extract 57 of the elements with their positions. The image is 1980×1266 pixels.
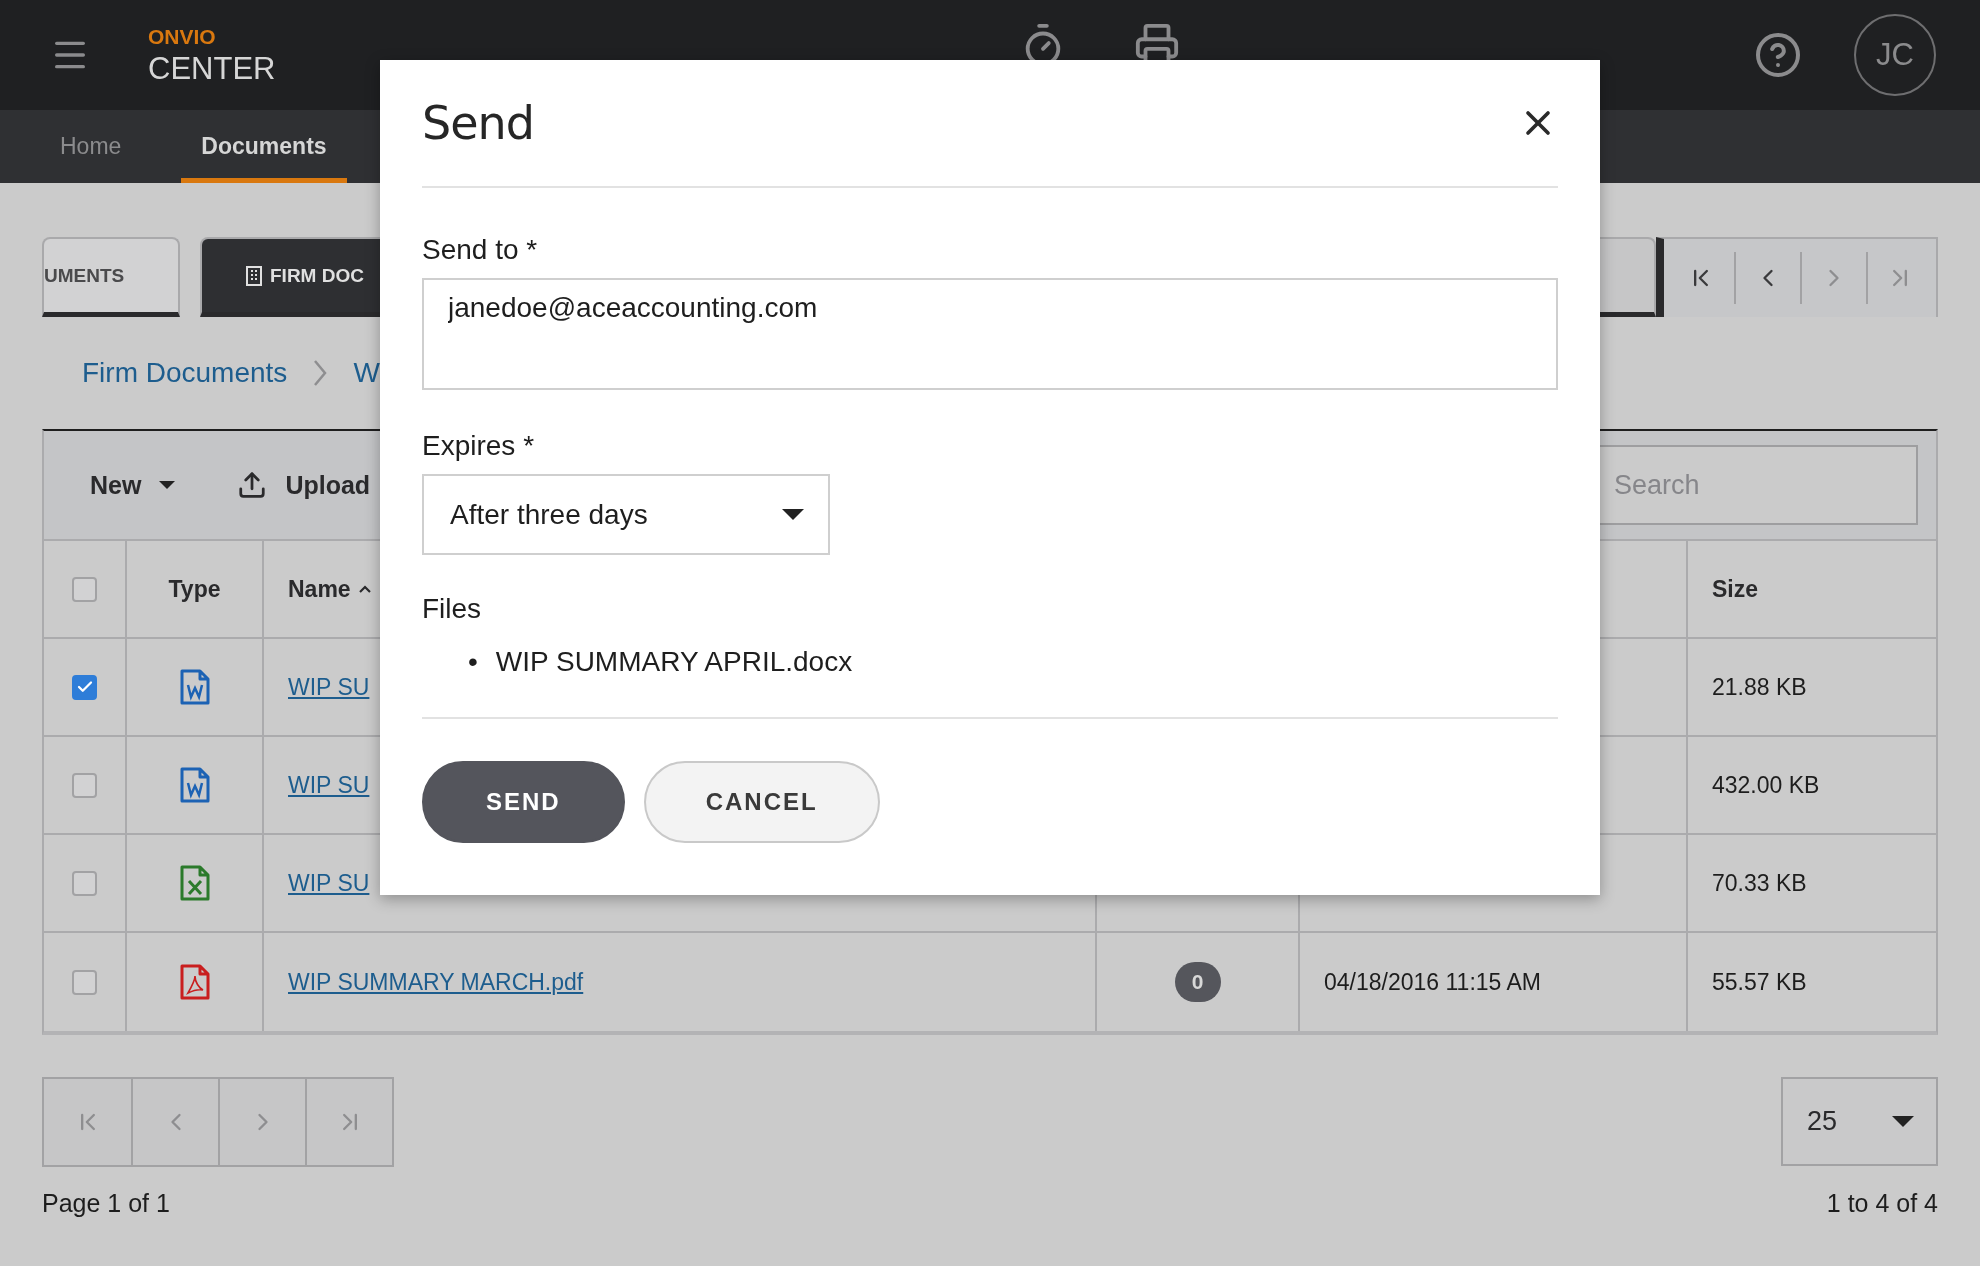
column-header[interactable]: Size	[1712, 575, 1759, 603]
spreadsheet-icon	[179, 865, 210, 901]
file-name: WIP SUMMARY APRIL.docx	[495, 645, 853, 679]
expires-select[interactable]: After three days	[422, 474, 830, 555]
upload-icon	[237, 470, 268, 500]
document-tab[interactable]: UMENTS	[42, 237, 180, 317]
checkbox[interactable]	[72, 674, 97, 700]
send-button[interactable]: SEND	[422, 761, 625, 843]
previous-page-button[interactable]	[131, 1079, 218, 1165]
nav-tab[interactable]: Home	[40, 110, 142, 183]
help-icon[interactable]	[1754, 31, 1802, 79]
file-link[interactable]: WIP SU	[288, 673, 370, 701]
files-label: Files	[422, 593, 483, 625]
building-icon	[246, 265, 262, 286]
count-badge: 0	[1174, 962, 1221, 1002]
range-label: 1 to 4 of 4	[1826, 1189, 1938, 1218]
file-link[interactable]: WIP SU	[288, 771, 370, 799]
email-field[interactable]: janedoe@aceaccounting.com	[422, 278, 1558, 390]
caret-icon	[1892, 1116, 1914, 1127]
new-button[interactable]: New	[84, 469, 182, 501]
column-header[interactable]: Type	[168, 575, 221, 603]
checkbox[interactable]	[72, 969, 97, 995]
table-cell: 21.88 KB	[1712, 673, 1807, 701]
table-cell: 432.00 KB	[1712, 771, 1820, 799]
column-header[interactable]: Name	[288, 575, 371, 603]
brand-label: ONVIO	[148, 26, 217, 47]
dialog-title: Send	[422, 96, 534, 150]
table-cell: 55.57 KB	[1712, 968, 1807, 996]
table-cell: 70.33 KB	[1712, 869, 1807, 897]
user-avatar[interactable]: JC	[1854, 14, 1936, 96]
upload-button[interactable]: Upload	[231, 469, 377, 501]
page-size-select[interactable]: 25	[1781, 1077, 1938, 1166]
table-cell: 04/18/2016 11:15 AM	[1324, 968, 1541, 996]
caret-icon	[782, 509, 804, 520]
chevron-right-icon	[313, 359, 328, 387]
file-link[interactable]: WIP SUMMARY MARCH.pdf	[288, 968, 584, 996]
caret-icon	[159, 481, 176, 489]
page-label: Page 1 of 1	[42, 1189, 170, 1218]
next-page-button[interactable]	[218, 1079, 305, 1165]
field-label: Expires *	[422, 430, 536, 462]
nav-tab[interactable]: Documents	[181, 110, 347, 183]
pdf-icon	[179, 964, 210, 1000]
checkbox[interactable]	[72, 870, 97, 896]
first-page-button[interactable]	[44, 1079, 131, 1165]
document-icon	[179, 767, 210, 803]
field-label: Send to *	[422, 234, 539, 266]
checkbox[interactable]	[72, 772, 97, 798]
brand-name: CENTER	[148, 53, 276, 84]
breadcrumb-link[interactable]: Firm Documents	[82, 357, 288, 389]
sort-up-icon	[358, 585, 371, 593]
breadcrumb-link[interactable]: W	[353, 357, 380, 389]
last-page-button[interactable]	[305, 1079, 392, 1165]
cancel-button[interactable]: CANCEL	[643, 761, 880, 843]
file-link[interactable]: WIP SU	[288, 869, 370, 897]
document-icon	[179, 669, 210, 705]
checkbox[interactable]	[72, 576, 97, 602]
bullet: •	[468, 645, 478, 679]
